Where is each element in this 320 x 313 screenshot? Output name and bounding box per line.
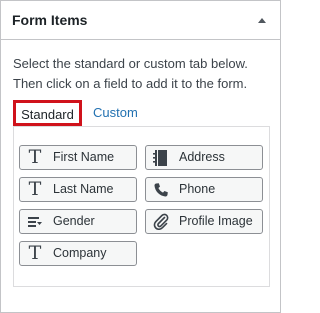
phone-icon [152, 180, 170, 199]
collapse-toggle-button[interactable] [255, 14, 269, 26]
field-last-name-button[interactable]: T Last Name [19, 177, 137, 202]
triangle-up-icon [258, 18, 266, 23]
instructions-line-1: Select the standard or custom tab below. [13, 56, 248, 71]
tab-standard[interactable]: Standard [13, 100, 82, 126]
dropdown-list-icon [26, 212, 44, 231]
field-phone-button[interactable]: Phone [145, 177, 263, 202]
field-profile-image-button[interactable]: Profile Image [145, 209, 263, 234]
field-label: Phone [179, 182, 216, 196]
panel-header: Form Items [1, 1, 280, 40]
text-T-icon: T [28, 146, 42, 168]
address-book-icon [152, 148, 170, 167]
tab-custom[interactable]: Custom [93, 100, 153, 126]
field-address-button[interactable]: Address [145, 145, 263, 170]
instructions-text: Select the standard or custom tab below.… [13, 54, 273, 94]
field-label: Profile Image [179, 214, 253, 228]
field-gender-button[interactable]: Gender [19, 209, 137, 234]
field-label: Last Name [53, 182, 114, 196]
text-T-icon: T [28, 242, 42, 264]
field-first-name-button[interactable]: T First Name [19, 145, 137, 170]
field-label: Gender [53, 214, 95, 228]
instructions-line-2: Then click on a field to add it to the f… [13, 76, 248, 91]
paperclip-icon [152, 212, 170, 231]
text-T-icon: T [28, 178, 42, 200]
standard-fields-container: T First Name Address T Last Name Phone G… [13, 126, 270, 287]
field-label: First Name [53, 150, 115, 164]
form-items-panel: Form Items Select the standard or custom… [0, 0, 281, 313]
field-company-button[interactable]: T Company [19, 241, 137, 266]
panel-title: Form Items [12, 12, 88, 28]
field-label: Company [53, 246, 107, 260]
field-label: Address [179, 150, 225, 164]
